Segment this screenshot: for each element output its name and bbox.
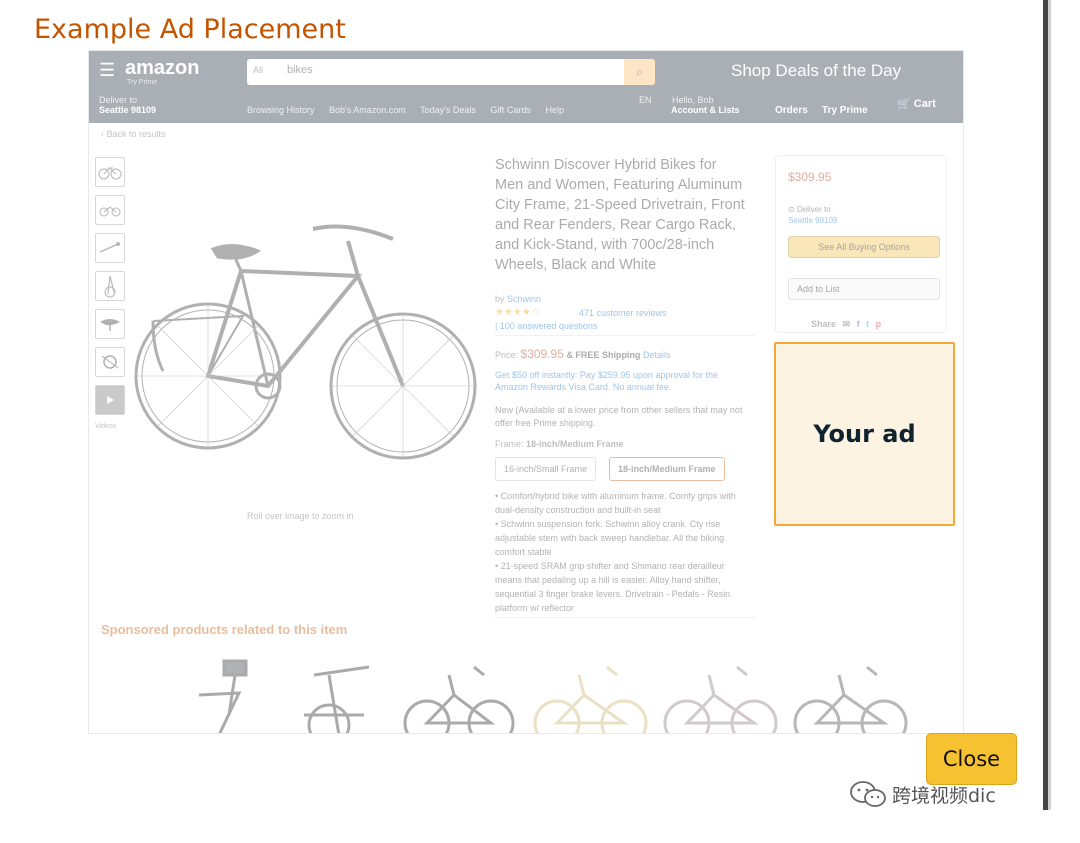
account-line2: Account & Lists [671, 105, 740, 115]
watermark: 跨境视频dic [848, 779, 996, 809]
menu-icon: ☰ [99, 60, 116, 80]
account-lists: EN Hello, Bob Account & Lists [639, 95, 740, 115]
try-prime-link: Try Prime [822, 105, 868, 116]
promo-text: Get $50 off instantly: Pay $259.95 upon … [495, 370, 718, 392]
product-title: Schwinn Discover Hybrid Bikes for Men an… [495, 157, 745, 273]
orders-link: Orders [775, 105, 808, 116]
sponsored-title: Sponsored products related to this item [101, 622, 348, 637]
amazon-header: ☰ amazon Try Prime All bikes ⌕ Shop Deal… [89, 51, 963, 123]
thumbnail-bike-icon [95, 157, 125, 187]
buybox-deliver: ⊙ Deliver to Seattle 98109 [788, 205, 838, 225]
ad-placement-slot: Your ad [774, 342, 955, 526]
header-link: Today's Deals [420, 105, 476, 115]
price-label: Price: [495, 350, 519, 360]
deliver-to: Deliver to Seattle 98109 [99, 95, 156, 115]
bike-image [134, 224, 477, 460]
deliver-line2: Seattle 98109 [99, 105, 157, 115]
header-links: Browsing History Bob's Amazon.com Today'… [247, 105, 576, 115]
divider [495, 617, 755, 618]
price-value: $309.95 [520, 347, 564, 361]
availability-note: New (Available at a lower price from oth… [495, 405, 743, 428]
frame-option-medium: 18-inch/Medium Frame [609, 457, 725, 481]
account-line1: Hello, Bob [672, 95, 714, 105]
thumbnail-saddle-icon [95, 309, 125, 339]
sponsored-products-strip [198, 659, 908, 733]
scrollbar-edge [1048, 0, 1051, 810]
frame-label-text: Frame: [495, 439, 524, 449]
facebook-icon: f [856, 319, 860, 329]
location-pin-icon: ⊙ [788, 205, 795, 214]
modal-dialog: Example Ad Placement ☰ amazon Try Prime … [0, 0, 1080, 843]
deals-banner: Shop Deals of the Day [731, 61, 902, 80]
logo-sub: Try Prime [127, 79, 158, 86]
frame-option-small: 16-inch/Small Frame [495, 457, 597, 481]
brand-prefix: by [495, 294, 505, 304]
frame-selected: 18-inch/Medium Frame [526, 439, 624, 449]
search-bar: All bikes [247, 59, 655, 85]
share-row: Share ✉ f t p [811, 319, 885, 330]
header-link: Gift Cards [490, 105, 531, 115]
details-link: Details [642, 350, 671, 360]
amazon-logo: amazon [125, 57, 200, 79]
feature-bullets: • Comfort/hybrid bike with aluminum fram… [495, 489, 753, 615]
email-icon: ✉ [842, 319, 851, 329]
share-label: Share [811, 319, 837, 329]
language: EN [639, 95, 652, 105]
twitter-icon: t [866, 319, 870, 329]
header-link: Browsing History [247, 105, 315, 115]
review-count: 471 customer reviews [579, 308, 667, 318]
search-query: bikes [287, 64, 313, 76]
video-caption: Videos [95, 423, 117, 430]
cart-icon: 🛒 Cart [897, 98, 936, 110]
thumbnail-gear-icon [95, 347, 125, 377]
deliver-line1: Deliver to [99, 95, 138, 105]
buying-options-button: See All Buying Options [788, 236, 940, 258]
brand-link: Schwinn [507, 294, 542, 304]
feature-bullet: • Comfort/hybrid bike with aluminum fram… [495, 491, 736, 515]
zoom-hint: Roll over image to zoom in [247, 511, 354, 521]
thumbnail-bike-icon [95, 195, 125, 225]
thumbnail-fork-icon [95, 271, 125, 301]
search-department: All [253, 65, 264, 75]
search-icon: ⌕ [624, 59, 655, 85]
watermark-text: 跨境视频dic [892, 784, 996, 807]
shipping-note: & FREE Shipping [566, 350, 641, 360]
close-button[interactable]: Close [926, 733, 1017, 785]
modal-title: Example Ad Placement [34, 14, 346, 45]
buybox-price: $309.95 [788, 170, 832, 184]
buy-box: $309.95 ⊙ Deliver to Seattle 98109 See A… [775, 155, 947, 333]
rating-stars: ★★★★☆ [495, 307, 540, 318]
ad-label: Your ad [813, 420, 916, 448]
chat-bubble-icon [850, 781, 886, 807]
pinterest-icon: p [875, 319, 882, 329]
feature-bullet: • 21-speed SRAM grip shifter and Shimano… [495, 561, 731, 613]
header-link: Help [545, 105, 564, 115]
thumbnail-part-icon [95, 233, 125, 263]
add-to-list-button: Add to List [788, 278, 940, 300]
video-play-icon [95, 385, 125, 415]
divider [495, 335, 755, 336]
thumbnail-strip: Videos [95, 157, 127, 430]
cart-label: Cart [913, 98, 936, 110]
feature-bullet: • Schwinn suspension fork. Schwinn alloy… [495, 519, 725, 557]
product-brand: by Schwinn [495, 294, 541, 304]
answered-questions: | 100 answered questions [495, 321, 598, 331]
header-link: Bob's Amazon.com [329, 105, 406, 115]
price-row: Price: $309.95 & FREE Shipping Details [495, 347, 670, 361]
frame-label: Frame: 18-inch/Medium Frame [495, 439, 624, 449]
back-to-results: ‹ Back to results [101, 129, 166, 139]
